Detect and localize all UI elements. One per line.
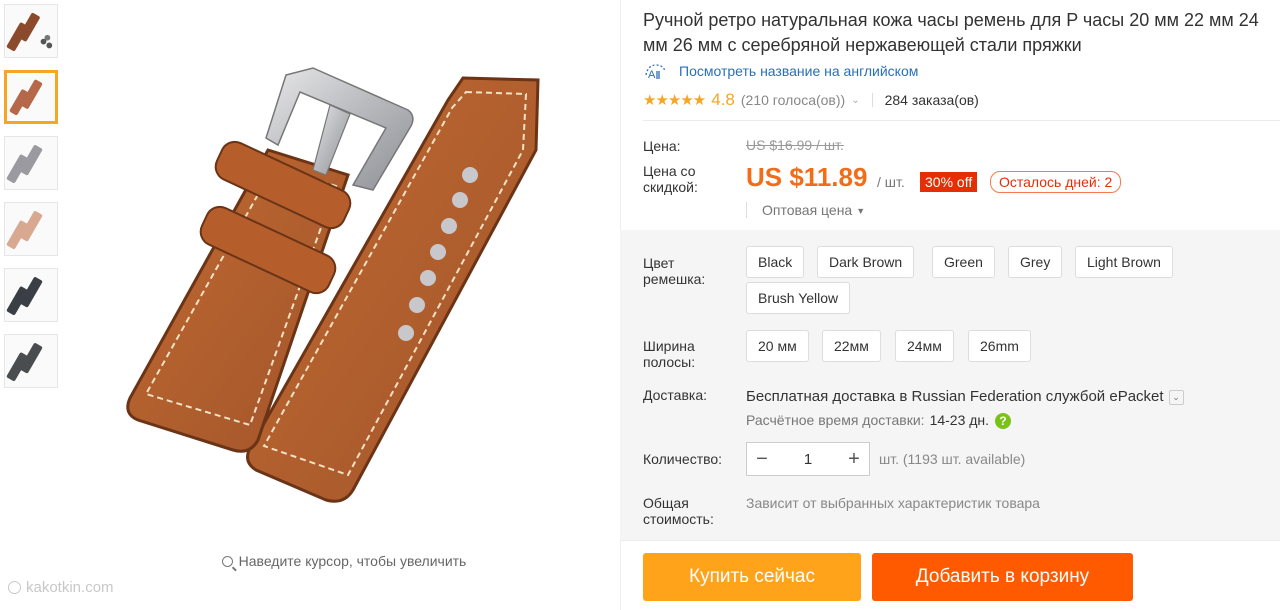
width-option-24[interactable]: 24мм xyxy=(895,330,954,362)
thumbnail-5[interactable] xyxy=(4,268,58,322)
watch-strap-illustration xyxy=(126,67,540,503)
wholesale-label: Оптовая цена xyxy=(762,202,853,218)
thumbnail-1[interactable] xyxy=(4,4,58,58)
chevron-down-icon[interactable]: ⌄ xyxy=(851,95,859,106)
shipping-label: Доставка: xyxy=(643,387,708,403)
chevron-down-icon[interactable]: ⌄ xyxy=(1168,389,1184,405)
color-option-brush-yellow[interactable]: Brush Yellow xyxy=(746,282,851,314)
quantity-input[interactable]: 1 xyxy=(777,451,839,468)
votes-count[interactable]: (210 голоса(ов)) xyxy=(741,92,845,108)
translate-icon: A xyxy=(643,63,669,81)
magnifier-icon xyxy=(221,556,233,567)
thumbnail-4[interactable] xyxy=(4,202,58,256)
color-option-dark-brown[interactable]: Dark Brown xyxy=(817,246,915,278)
price-label: Цена: xyxy=(643,138,681,154)
product-main-image[interactable] xyxy=(68,0,620,545)
delivery-time: Расчётное время доставки: 14-23 дн.? xyxy=(746,412,1012,430)
thumbnail-6[interactable] xyxy=(4,334,58,388)
separator xyxy=(871,93,873,107)
days-left-badge: Осталось дней: 2 xyxy=(990,171,1122,193)
color-option-light-brown[interactable]: Light Brown xyxy=(1075,246,1173,278)
quantity-available: шт. (1193 шт. available) xyxy=(879,451,1026,467)
strap-width-label: Ширина полосы: xyxy=(643,338,696,370)
strap-color-label: Цвет ремешка: xyxy=(643,255,706,287)
shipping-free-text: Бесплатная доставка в xyxy=(746,388,908,405)
wholesale-price-toggle[interactable]: Оптовая цена ▼ xyxy=(746,202,865,218)
buy-now-button[interactable]: Купить сейчас xyxy=(643,553,861,601)
thumbnail-3[interactable] xyxy=(4,136,58,190)
width-option-20[interactable]: 20 мм xyxy=(746,330,809,362)
caret-down-icon: ▼ xyxy=(856,206,866,216)
quantity-stepper: − 1 + xyxy=(746,442,870,476)
per-unit: / шт. xyxy=(877,174,905,190)
delivery-time-value: 14-23 дн. xyxy=(929,412,990,428)
orders-count: 284 заказа(ов) xyxy=(884,92,979,108)
product-title: Ручной ретро натуральная кожа часы ремен… xyxy=(643,10,1259,55)
discount-badge: 30% off xyxy=(920,172,978,192)
color-option-green[interactable]: Green xyxy=(932,246,995,278)
thumbnail-2[interactable] xyxy=(4,70,58,124)
total-cost-label: Общая стоимость: xyxy=(643,495,714,527)
divider xyxy=(643,120,1280,121)
discount-price: US $11.89 xyxy=(746,162,868,192)
zoom-hint: Наведите курсор, чтобы увеличить xyxy=(68,553,620,569)
old-price: US $16.99 / шт. xyxy=(746,137,844,153)
divider xyxy=(620,540,1280,541)
translate-link-text[interactable]: Посмотреть название на английском xyxy=(679,63,918,79)
shipping-method[interactable]: Бесплатная доставка в Russian Federation… xyxy=(746,388,1184,405)
zoom-hint-text: Наведите курсор, чтобы увеличить xyxy=(238,553,467,569)
rating-row: ★★★★★ 4.8 (210 голоса(ов)) ⌄ 284 заказа(… xyxy=(643,90,979,110)
svg-text:A: A xyxy=(648,69,656,81)
color-option-black[interactable]: Black xyxy=(746,246,805,278)
watermark-text: kakotkin.com xyxy=(26,579,114,596)
quantity-increase-button[interactable]: + xyxy=(839,448,869,471)
shipping-destination[interactable]: Russian Federation службой ePacket xyxy=(912,388,1164,405)
color-option-grey[interactable]: Grey xyxy=(1008,246,1063,278)
quantity-label: Количество: xyxy=(643,451,723,467)
total-cost-note: Зависит от выбранных характеристик товар… xyxy=(746,495,1040,511)
width-option-22[interactable]: 22мм xyxy=(822,330,881,362)
quantity-decrease-button[interactable]: − xyxy=(747,448,777,471)
delivery-time-label: Расчётное время доставки: xyxy=(746,412,925,428)
rating-value: 4.8 xyxy=(711,90,735,109)
rating-stars-icon: ★★★★★ xyxy=(643,92,706,109)
help-icon[interactable]: ? xyxy=(995,413,1012,430)
watermark-logo-icon xyxy=(8,581,21,594)
add-to-cart-button[interactable]: Добавить в корзину xyxy=(872,553,1133,601)
watermark: kakotkin.com xyxy=(8,579,114,596)
width-option-26[interactable]: 26mm xyxy=(968,330,1031,362)
translate-title-link[interactable]: A Посмотреть название на английском xyxy=(643,63,918,81)
discount-price-label: Цена со скидкой: xyxy=(643,163,698,195)
thumbnail-list xyxy=(4,4,58,400)
